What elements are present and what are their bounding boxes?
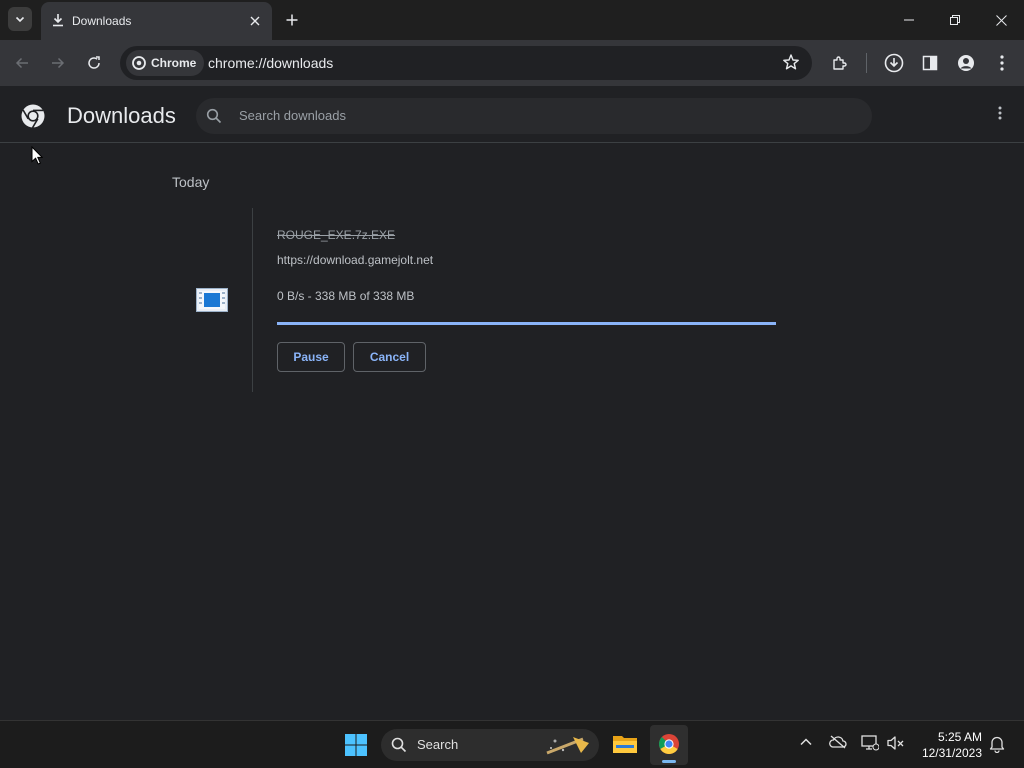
show-hidden-icons-button[interactable] xyxy=(799,735,813,749)
more-icon xyxy=(1000,55,1004,71)
side-panel-icon xyxy=(922,55,938,71)
close-icon xyxy=(250,16,260,26)
profile-icon xyxy=(957,54,975,72)
restore-icon xyxy=(950,15,960,25)
forward-icon xyxy=(51,56,65,70)
windows-taskbar: Search 5:25 AM 12/31/2023 xyxy=(0,720,1024,768)
plus-icon xyxy=(286,14,298,26)
more-icon xyxy=(998,106,1002,120)
download-source-url[interactable]: https://download.gamejolt.net xyxy=(277,253,433,267)
forward-button[interactable] xyxy=(46,51,70,75)
extensions-icon xyxy=(831,54,849,72)
tab-title: Downloads xyxy=(72,14,132,28)
download-file-name[interactable]: ROUGE_EXE.7z.EXE xyxy=(277,228,395,242)
search-downloads-field[interactable]: Search downloads xyxy=(196,98,872,134)
reload-icon xyxy=(87,56,101,70)
extensions-button[interactable] xyxy=(828,51,852,75)
search-placeholder: Search downloads xyxy=(239,108,346,123)
cursor-icon xyxy=(31,146,43,165)
file-explorer-button[interactable] xyxy=(612,733,638,755)
onedrive-button[interactable] xyxy=(829,735,847,749)
volume-icon xyxy=(887,735,905,751)
tab-strip: Downloads xyxy=(0,0,1024,40)
restore-button[interactable] xyxy=(932,0,978,40)
downloads-header: Downloads Search downloads xyxy=(0,86,1024,143)
file-explorer-icon xyxy=(612,733,638,755)
pause-button[interactable]: Pause xyxy=(277,342,345,372)
browser-menu-button[interactable] xyxy=(990,51,1014,75)
address-bar[interactable]: Chrome chrome://downloads xyxy=(120,46,812,80)
window-close-button[interactable] xyxy=(978,0,1024,40)
side-panel-button[interactable] xyxy=(918,51,942,75)
chrome-taskbar-button[interactable] xyxy=(650,725,688,765)
active-app-indicator xyxy=(662,760,676,763)
notifications-button[interactable] xyxy=(989,735,1005,753)
download-icon xyxy=(51,13,65,27)
date-group-label: Today xyxy=(172,174,210,190)
tab-downloads[interactable]: Downloads xyxy=(41,2,272,40)
file-icon-area xyxy=(172,208,253,392)
page-menu-button[interactable] xyxy=(998,106,1002,120)
back-icon xyxy=(15,56,29,70)
chevron-down-icon xyxy=(14,13,26,25)
chevron-up-icon xyxy=(799,735,813,749)
site-chip-label: Chrome xyxy=(151,56,197,70)
cancel-button[interactable]: Cancel xyxy=(353,342,426,372)
profile-button[interactable] xyxy=(954,51,978,75)
search-icon xyxy=(391,737,407,753)
browser-toolbar: Chrome chrome://downloads xyxy=(0,40,1024,86)
chrome-icon xyxy=(132,56,146,70)
search-icon xyxy=(206,108,222,124)
clock-time: 5:25 AM xyxy=(937,730,982,744)
windows-start-icon xyxy=(344,733,368,757)
downloads-button[interactable] xyxy=(882,51,906,75)
back-button[interactable] xyxy=(10,51,34,75)
onedrive-icon xyxy=(829,735,847,749)
network-button[interactable] xyxy=(861,735,879,751)
file-icon xyxy=(196,288,228,312)
new-tab-button[interactable] xyxy=(282,10,302,30)
taskbar-clock[interactable]: 5:25 AM 12/31/2023 xyxy=(916,729,982,761)
tab-close-button[interactable] xyxy=(246,12,264,30)
volume-button[interactable] xyxy=(887,735,905,751)
page-title: Downloads xyxy=(67,103,176,128)
star-icon xyxy=(782,53,800,71)
reload-button[interactable] xyxy=(82,51,106,75)
download-item: ROUGE_EXE.7z.EXE https://download.gamejo… xyxy=(172,208,864,394)
chrome-icon xyxy=(20,103,46,129)
download-indicator-icon xyxy=(884,53,904,73)
start-button[interactable] xyxy=(344,733,368,757)
taskbar-search-label: Search xyxy=(417,737,459,752)
minimize-button[interactable] xyxy=(886,0,932,40)
site-info-chip[interactable]: Chrome xyxy=(126,50,205,76)
chrome-icon xyxy=(658,733,680,755)
close-icon xyxy=(995,14,1007,26)
toolbar-divider xyxy=(866,53,867,73)
url-text[interactable]: chrome://downloads xyxy=(208,55,333,71)
taskbar-search[interactable]: Search xyxy=(381,729,599,761)
download-progress-fill xyxy=(277,322,776,325)
tab-search-button[interactable] xyxy=(8,7,32,31)
bell-icon xyxy=(989,735,1005,753)
network-icon xyxy=(861,735,879,751)
clock-date: 12/31/2023 xyxy=(921,746,982,760)
bookmark-star-button[interactable] xyxy=(782,53,800,71)
download-progress-bar xyxy=(277,322,776,325)
minimize-icon xyxy=(904,15,914,25)
download-status: 0 B/s - 338 MB of 338 MB xyxy=(277,289,415,303)
search-highlight-art xyxy=(543,733,593,757)
